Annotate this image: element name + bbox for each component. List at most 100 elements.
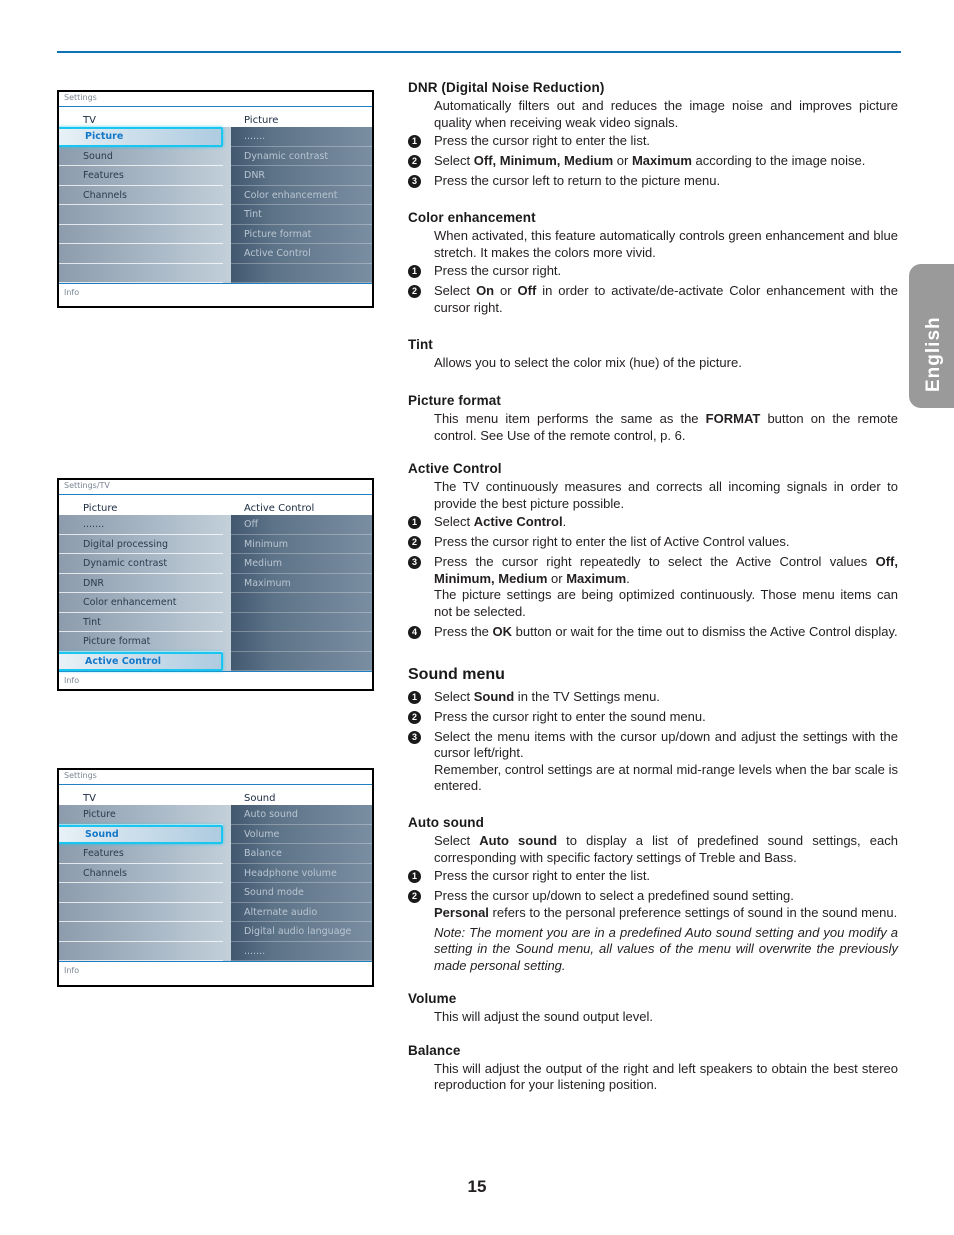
step-text: Press the cursor right repeatedly to sel… bbox=[434, 554, 898, 619]
section-heading-dnr: DNR (Digital Noise Reduction) bbox=[408, 80, 898, 95]
osd-menu-item[interactable]: Color enhancement bbox=[59, 593, 223, 613]
step-text: Select Off, Minimum, Medium or Maximum a… bbox=[434, 153, 866, 168]
step-number-icon: 2 bbox=[408, 285, 421, 298]
osd-submenu-item[interactable]: DNR bbox=[231, 166, 372, 186]
osd-submenu-item[interactable]: Balance bbox=[231, 844, 372, 864]
osd-submenu-item[interactable]: Digital audio language bbox=[231, 922, 372, 942]
osd-menu-item[interactable]: Features bbox=[59, 166, 223, 186]
dnr-heading-bold: DNR bbox=[408, 80, 438, 95]
osd-menu-item[interactable]: Tint bbox=[59, 613, 223, 632]
list-item: 1 Press the cursor right to enter the lis… bbox=[408, 133, 898, 150]
osd-submenu-item bbox=[231, 632, 372, 652]
auto-sound-steps: 1 Press the cursor right to enter the lis… bbox=[408, 868, 898, 921]
osd-left-list: ....... Digital processing Dynamic contr… bbox=[59, 515, 231, 671]
osd-submenu-item[interactable]: Color enhancement bbox=[231, 186, 372, 205]
osd-submenu-item bbox=[231, 264, 372, 283]
osd-menu-item[interactable]: Sound bbox=[59, 147, 223, 166]
osd-body: Picture Sound Features Channels ....... … bbox=[59, 127, 372, 283]
section-heading-active-control: Active Control bbox=[408, 461, 502, 476]
step-text: Press the cursor right to enter the soun… bbox=[434, 708, 706, 724]
osd-menu-item bbox=[59, 225, 223, 244]
osd-submenu-item[interactable]: Picture format bbox=[231, 225, 372, 244]
osd-screenshot-sound-menu: Settings TV Sound Picture Sound Features… bbox=[57, 768, 374, 987]
osd-menu-item bbox=[59, 244, 223, 264]
osd-submenu-item[interactable]: Alternate audio bbox=[231, 903, 372, 922]
list-item: 2 Press the cursor right to enter the lis… bbox=[408, 534, 898, 551]
osd-menu-item[interactable]: Digital processing bbox=[59, 535, 223, 554]
auto-sound-body: Select Auto sound to display a list of p… bbox=[434, 833, 898, 865]
color-enhancement-steps: 1 Press the cursor right. 2 Select On or O… bbox=[408, 263, 898, 316]
osd-menu-item[interactable]: Features bbox=[59, 844, 223, 864]
osd-submenu-item[interactable]: Tint bbox=[231, 205, 372, 225]
osd-right-header: Active Control bbox=[244, 502, 315, 514]
osd-submenu-item[interactable]: Active Control bbox=[231, 244, 372, 264]
language-tab-label: English bbox=[923, 316, 944, 392]
osd-menu-item[interactable]: DNR bbox=[59, 574, 223, 593]
osd-menu-item[interactable]: Active Control bbox=[59, 651, 223, 671]
step-text: Press the cursor right. bbox=[434, 263, 562, 278]
picture-format-body: This menu item performs the same as the … bbox=[434, 411, 898, 443]
osd-submenu-item[interactable]: Maximum bbox=[231, 574, 372, 593]
osd-submenu-item[interactable]: Off bbox=[231, 515, 372, 535]
osd-right-header: Sound bbox=[244, 792, 276, 804]
step-text: Press the cursor right to enter the list… bbox=[434, 133, 651, 148]
list-item: 2 Select On or Off in order to activate/d… bbox=[408, 283, 898, 316]
page-top-rule bbox=[57, 51, 901, 53]
dnr-steps: 1 Press the cursor right to enter the lis… bbox=[408, 133, 898, 190]
list-item: 4 Press the OK button or wait for the tim… bbox=[408, 624, 898, 641]
balance-body: This will adjust the output of the right… bbox=[434, 1060, 898, 1093]
osd-submenu-item[interactable]: Dynamic contrast bbox=[231, 147, 372, 166]
osd-submenu-item[interactable]: ....... bbox=[231, 942, 372, 961]
osd-menu-item[interactable]: Picture bbox=[59, 805, 223, 825]
step-text: Press the cursor right to enter the list… bbox=[434, 868, 651, 883]
osd-column-headers: Picture Active Control bbox=[59, 495, 372, 515]
step-text: Select Active Control. bbox=[434, 514, 567, 529]
step-number-icon: 2 bbox=[408, 890, 421, 903]
osd-left-header: TV bbox=[83, 114, 96, 126]
step-text: Select the menu items with the cursor up… bbox=[434, 728, 898, 794]
osd-submenu-item[interactable]: Medium bbox=[231, 554, 372, 574]
osd-submenu-item bbox=[231, 593, 372, 613]
osd-menu-item[interactable]: Dynamic contrast bbox=[59, 554, 223, 574]
page-number: 15 bbox=[467, 1177, 487, 1196]
osd-menu-item[interactable]: Sound bbox=[59, 824, 223, 844]
volume-body: This will adjust the sound output level. bbox=[434, 1009, 653, 1024]
osd-menu-item bbox=[59, 942, 223, 961]
osd-submenu-item[interactable]: Minimum bbox=[231, 535, 372, 554]
osd-info-bar: Info bbox=[59, 283, 372, 306]
step-number-icon: 1 bbox=[408, 516, 421, 529]
color-enhancement-body: When activated, this feature automatical… bbox=[434, 228, 898, 260]
list-item: 3 Press the cursor right repeatedly to se… bbox=[408, 554, 898, 620]
osd-menu-item[interactable]: Picture format bbox=[59, 632, 223, 652]
osd-submenu-item[interactable]: ....... bbox=[231, 127, 372, 147]
list-item: 2 Press the cursor right to enter the sou… bbox=[408, 709, 898, 726]
osd-submenu-item[interactable]: Auto sound bbox=[231, 805, 372, 825]
section-heading-auto-sound: Auto sound bbox=[408, 815, 484, 830]
osd-right-header: Picture bbox=[244, 114, 279, 126]
osd-body: Picture Sound Features Channels Auto sou… bbox=[59, 805, 372, 961]
osd-menu-item[interactable]: Picture bbox=[59, 127, 223, 147]
step-text: Press the OK button or wait for the time… bbox=[434, 623, 898, 639]
osd-submenu-item[interactable]: Sound mode bbox=[231, 883, 372, 903]
osd-menu-item[interactable]: Channels bbox=[59, 864, 223, 883]
step-number-icon: 2 bbox=[408, 155, 421, 168]
osd-submenu-item[interactable]: Headphone volume bbox=[231, 864, 372, 883]
step-number-icon: 1 bbox=[408, 690, 421, 704]
osd-screenshot-active-control-menu: Settings/TV Picture Active Control .....… bbox=[57, 478, 374, 691]
osd-menu-item bbox=[59, 205, 223, 225]
osd-submenu-item bbox=[231, 613, 372, 632]
section-heading-picture-format: Picture format bbox=[408, 393, 501, 408]
osd-column-headers: TV Picture bbox=[59, 107, 372, 127]
list-item: 3 Press the cursor left to return to the … bbox=[408, 173, 898, 190]
section-heading-color-enhancement: Color enhancement bbox=[408, 210, 536, 225]
step-text: Select On or Off in order to activate/de… bbox=[434, 283, 898, 315]
article-body: DNR (Digital Noise Reduction) Automatica… bbox=[408, 80, 898, 1094]
osd-menu-item[interactable]: ....... bbox=[59, 515, 223, 535]
step-number-icon: 1 bbox=[408, 870, 421, 883]
active-control-steps: 1 Select Active Control. 2 Press the curso… bbox=[408, 514, 898, 640]
osd-left-list: Picture Sound Features Channels bbox=[59, 127, 231, 283]
osd-submenu-item[interactable]: Volume bbox=[231, 825, 372, 844]
step-text: Press the cursor left to return to the p… bbox=[434, 173, 721, 188]
osd-menu-item[interactable]: Channels bbox=[59, 186, 223, 205]
dnr-heading-rest: (Digital Noise Reduction) bbox=[437, 80, 605, 95]
